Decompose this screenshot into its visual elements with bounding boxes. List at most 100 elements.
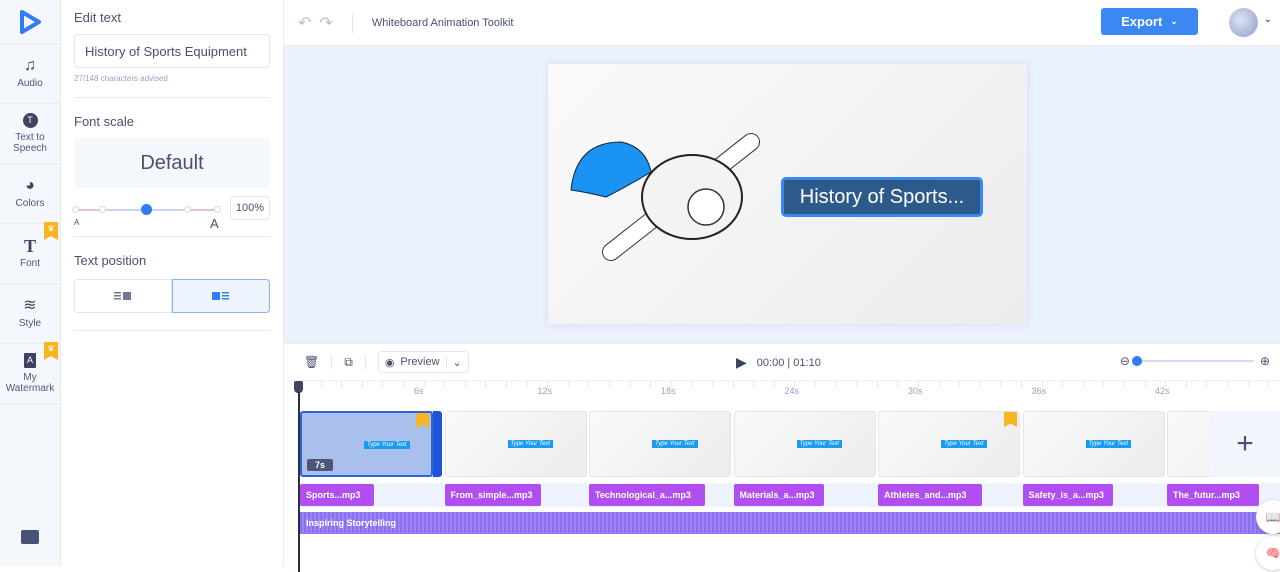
slider-stop[interactable] bbox=[72, 206, 79, 213]
scene-resize-handle[interactable] bbox=[433, 411, 442, 477]
slider-stop[interactable] bbox=[99, 206, 106, 213]
user-avatar[interactable] bbox=[1229, 8, 1258, 37]
rail-label: Text to Speech bbox=[13, 132, 47, 154]
image-left-text-right-icon bbox=[212, 292, 229, 300]
ruler-tick bbox=[815, 381, 816, 387]
undo-icon[interactable]: ↶ bbox=[298, 13, 311, 33]
left-rail: ♫ Audio T Text to Speech ◕ Colors ♛ T Font ≋ S… bbox=[0, 0, 61, 566]
scene-thumbnail[interactable]: Type Your Text bbox=[444, 411, 587, 477]
book-icon: 📖 bbox=[1265, 510, 1280, 524]
ruler-tick bbox=[320, 381, 322, 387]
eye-icon: ◉ bbox=[384, 356, 395, 369]
ruler-tick bbox=[691, 381, 693, 387]
project-title[interactable]: Whiteboard Animation Toolkit bbox=[372, 17, 514, 29]
edit-text-label: Edit text bbox=[74, 10, 121, 25]
text-right-button[interactable] bbox=[172, 279, 270, 313]
redo-icon[interactable]: ↷ bbox=[319, 13, 332, 33]
export-label: Export bbox=[1121, 14, 1163, 29]
chevron-down-icon[interactable]: ⌄ bbox=[445, 355, 462, 369]
scene-thumbnail[interactable]: Type Your Text bbox=[1022, 411, 1165, 477]
timeline: 🗑 ⧉ ◉ Preview ⌄ ▶ 00:00 | 01:10 ⊖ ⊕ 6s 12s 1… bbox=[284, 343, 1280, 572]
music-note-icon: ♫ bbox=[24, 57, 36, 74]
slider-stop[interactable] bbox=[184, 206, 191, 213]
scene-duration-badge: 7s bbox=[307, 459, 334, 471]
ruler-label: 42s bbox=[1155, 386, 1170, 396]
voiceover-clip[interactable]: Sports...mp3 bbox=[300, 484, 374, 506]
divider bbox=[351, 12, 353, 33]
voiceover-clip[interactable]: Safety_is_a...mp3 bbox=[1022, 484, 1113, 506]
text-left-button[interactable] bbox=[74, 279, 172, 313]
export-button[interactable]: Export ⌄ bbox=[1101, 8, 1198, 35]
ruler-tick bbox=[485, 381, 487, 387]
divider bbox=[331, 355, 333, 369]
scene-thumbnail[interactable]: Type Your Text bbox=[878, 411, 1020, 477]
canvas-text-box[interactable]: History of Sports... bbox=[781, 177, 983, 217]
music-track[interactable]: Inspiring Storytelling bbox=[300, 512, 1280, 534]
ruler-label: 18s bbox=[661, 386, 676, 396]
slider-stop[interactable] bbox=[214, 206, 221, 213]
ruler-tick bbox=[567, 381, 569, 387]
trash-icon[interactable]: 🗑 bbox=[304, 355, 319, 369]
zoom-in-icon[interactable]: ⊕ bbox=[1260, 354, 1270, 368]
play-icon[interactable]: ▶ bbox=[736, 354, 747, 371]
zoom-knob[interactable] bbox=[1131, 356, 1142, 366]
ruler-tick bbox=[856, 381, 858, 387]
slider-knob[interactable] bbox=[141, 204, 152, 215]
font-scale-slider[interactable]: A A 100% bbox=[72, 196, 270, 232]
edit-text-input[interactable]: History of Sports Equipment bbox=[74, 34, 270, 68]
scene-thumbnail[interactable]: Type Your Text bbox=[589, 411, 731, 477]
ruler-tick bbox=[1124, 381, 1125, 387]
voiceover-clip[interactable]: From_simple...mp3 bbox=[444, 484, 541, 506]
ruler-tick bbox=[712, 381, 713, 387]
chevron-down-icon[interactable]: ⌄ bbox=[1264, 14, 1272, 25]
ruler-tick bbox=[1021, 381, 1022, 387]
ai-brain-button[interactable]: 🧠 bbox=[1256, 536, 1280, 570]
chevron-down-icon: ⌄ bbox=[1170, 16, 1178, 26]
rail-item-colors[interactable]: ◕ Colors bbox=[0, 164, 60, 224]
ruler-tick bbox=[753, 381, 755, 387]
rail-item-font[interactable]: ♛ T Font bbox=[0, 222, 60, 284]
app-logo[interactable] bbox=[0, 0, 60, 44]
add-scene-button[interactable]: + bbox=[1210, 411, 1280, 477]
scene-thumbnail[interactable]: Type Your Text bbox=[733, 411, 876, 477]
scale-percent-input[interactable]: 100% bbox=[230, 196, 270, 220]
ruler-tick bbox=[609, 381, 610, 387]
zoom-out-icon[interactable]: ⊖ bbox=[1120, 354, 1130, 368]
music-track-label: Inspiring Storytelling bbox=[306, 518, 397, 528]
char-count-hint: 27/148 characters advised bbox=[74, 74, 168, 83]
premium-crown-icon bbox=[1004, 412, 1017, 427]
scale-max-label: A bbox=[210, 216, 219, 231]
premium-crown-icon: ♛ bbox=[44, 342, 58, 360]
ruler-tick bbox=[403, 381, 404, 387]
rail-label: My Watermark bbox=[5, 372, 55, 394]
voiceover-clip[interactable]: Materials_a...mp3 bbox=[733, 484, 824, 506]
ruler-tick bbox=[897, 381, 899, 387]
scene-thumbnail[interactable]: Type Your Text 7s bbox=[300, 411, 433, 477]
rail-item-style[interactable]: ≋ Style bbox=[0, 284, 60, 344]
voiceover-clip[interactable]: Athletes_and...mp3 bbox=[878, 484, 982, 506]
ruler-tick bbox=[1227, 381, 1228, 387]
ruler-tick bbox=[588, 381, 590, 387]
voiceover-clip[interactable]: The_futur...mp3 bbox=[1167, 484, 1259, 506]
scene-text-placeholder: Type Your Text bbox=[507, 440, 554, 448]
ruler-label: 6s bbox=[414, 386, 424, 396]
ruler-label: 36s bbox=[1031, 386, 1047, 396]
scene-canvas[interactable]: History of Sports... bbox=[548, 64, 1027, 324]
time-ruler[interactable]: 6s 12s 18s 24s 30s 36s 42s bbox=[284, 380, 1280, 404]
zoom-slider[interactable] bbox=[1131, 356, 1254, 366]
preview-button[interactable]: ◉ Preview ⌄ bbox=[377, 351, 469, 373]
keyboard-icon[interactable] bbox=[21, 530, 39, 544]
current-time: 00:00 bbox=[756, 356, 785, 369]
voiceover-clip[interactable]: Technological_a...mp3 bbox=[589, 484, 705, 506]
top-bar: ↶ ↷ Whiteboard Animation Toolkit Export ⌄… bbox=[284, 0, 1280, 46]
plus-icon: + bbox=[1236, 427, 1254, 460]
rail-item-audio[interactable]: ♫ Audio bbox=[0, 44, 60, 104]
rail-item-watermark[interactable]: ♛ A My Watermark bbox=[0, 342, 60, 404]
total-time: 01:10 bbox=[793, 356, 821, 369]
ruler-tick bbox=[464, 381, 466, 387]
ruler-tick bbox=[506, 381, 507, 387]
ruler-tick bbox=[1000, 381, 1002, 387]
duplicate-icon[interactable]: ⧉ bbox=[344, 355, 353, 370]
ruler-tick bbox=[876, 381, 878, 387]
rail-item-text-to-speech[interactable]: T Text to Speech bbox=[0, 104, 60, 164]
